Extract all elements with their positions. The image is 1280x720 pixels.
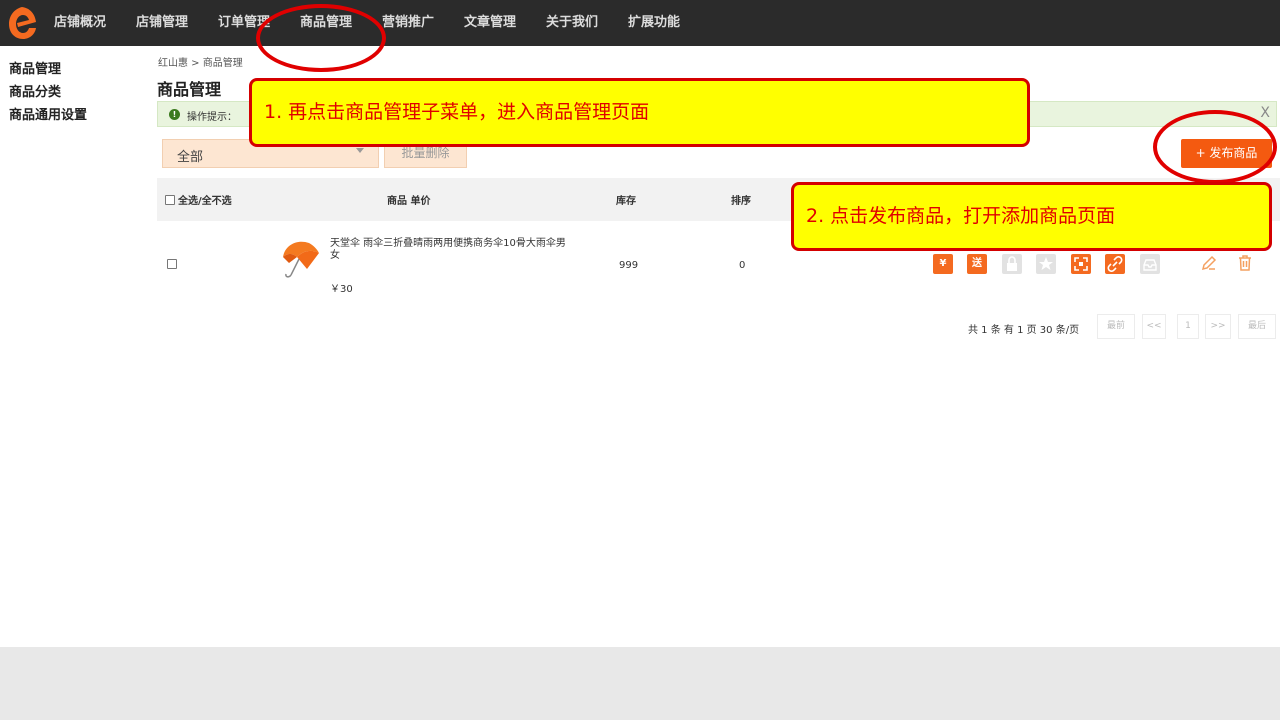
annotation-callout-1-text: 1. 再点击商品管理子菜单，进入商品管理页面: [264, 101, 650, 123]
top-nav: 店铺概况 店铺管理 订单管理 商品管理 营销推广 文章管理 关于我们 扩展功能: [0, 0, 1280, 46]
page-first-button[interactable]: 最前: [1097, 314, 1135, 339]
page-title: 商品管理: [157, 80, 222, 99]
price-icon[interactable]: ¥: [933, 254, 953, 274]
row-checkbox[interactable]: [167, 259, 177, 271]
sidebar-item-product-category[interactable]: 商品分类: [9, 81, 61, 100]
page-next-button[interactable]: >>: [1205, 314, 1231, 339]
product-price: ￥30: [330, 284, 353, 295]
sidebar-item-product-management[interactable]: 商品管理: [9, 58, 61, 77]
pagination-info: 共 1 条 有 1 页 30 条/页: [968, 325, 1080, 336]
nav-item-store-overview[interactable]: 店铺概况: [54, 0, 106, 46]
product-sort: 0: [739, 260, 746, 271]
annotation-highlight-nav: [256, 4, 386, 72]
page-prev-button[interactable]: <<: [1142, 314, 1166, 339]
annotation-callout-2-text: 2. 点击发布商品，打开添加商品页面: [806, 205, 1116, 227]
annotation-callout-1: 1. 再点击商品管理子菜单，进入商品管理页面: [249, 78, 1030, 147]
chevron-down-icon: [356, 148, 364, 153]
link-icon[interactable]: [1105, 254, 1125, 274]
info-icon: !: [169, 109, 180, 120]
nav-item-marketing[interactable]: 营销推广: [382, 0, 434, 46]
breadcrumb[interactable]: 红山惠 > 商品管理: [158, 54, 243, 69]
page-last-button[interactable]: 最后: [1238, 314, 1276, 339]
column-header-product-price: 商品 单价: [387, 196, 431, 207]
column-header-stock: 库存: [616, 196, 636, 207]
qrcode-icon[interactable]: [1071, 254, 1091, 274]
nav-item-extensions[interactable]: 扩展功能: [628, 0, 680, 46]
product-stock: 999: [619, 260, 639, 271]
nav-item-article-management[interactable]: 文章管理: [464, 0, 516, 46]
lock-icon[interactable]: [1002, 254, 1022, 274]
sidebar-item-product-settings[interactable]: 商品通用设置: [9, 104, 87, 123]
delete-icon[interactable]: [1236, 254, 1254, 276]
annotation-highlight-publish: [1153, 110, 1277, 184]
star-icon[interactable]: [1036, 254, 1056, 274]
column-header-sort: 排序: [731, 196, 751, 207]
close-icon[interactable]: X: [1260, 105, 1270, 121]
product-name-link[interactable]: 天堂伞 雨伞三折叠晴雨两用便携商务伞10骨大雨伞男女: [330, 238, 570, 262]
logo-icon: [9, 7, 36, 39]
umbrella-icon: [283, 241, 319, 278]
select-all-label: 全选/全不选: [178, 196, 232, 207]
nav-item-store-management[interactable]: 店铺管理: [136, 0, 188, 46]
annotation-callout-2: 2. 点击发布商品，打开添加商品页面: [791, 182, 1272, 251]
edit-icon[interactable]: [1200, 254, 1218, 276]
gift-icon[interactable]: 送: [967, 254, 987, 274]
sidebar: 商品管理 商品分类 商品通用设置: [0, 46, 150, 647]
nav-item-about-us[interactable]: 关于我们: [546, 0, 598, 46]
filter-select-value: 全部: [177, 150, 204, 165]
checkbox[interactable]: [165, 195, 175, 205]
tip-label: 操作提示：: [187, 112, 237, 123]
page-number-button[interactable]: 1: [1177, 314, 1199, 339]
select-all-checkbox[interactable]: 全选/全不选: [165, 192, 232, 207]
inbox-icon[interactable]: [1140, 254, 1160, 274]
checkbox[interactable]: [167, 259, 177, 269]
